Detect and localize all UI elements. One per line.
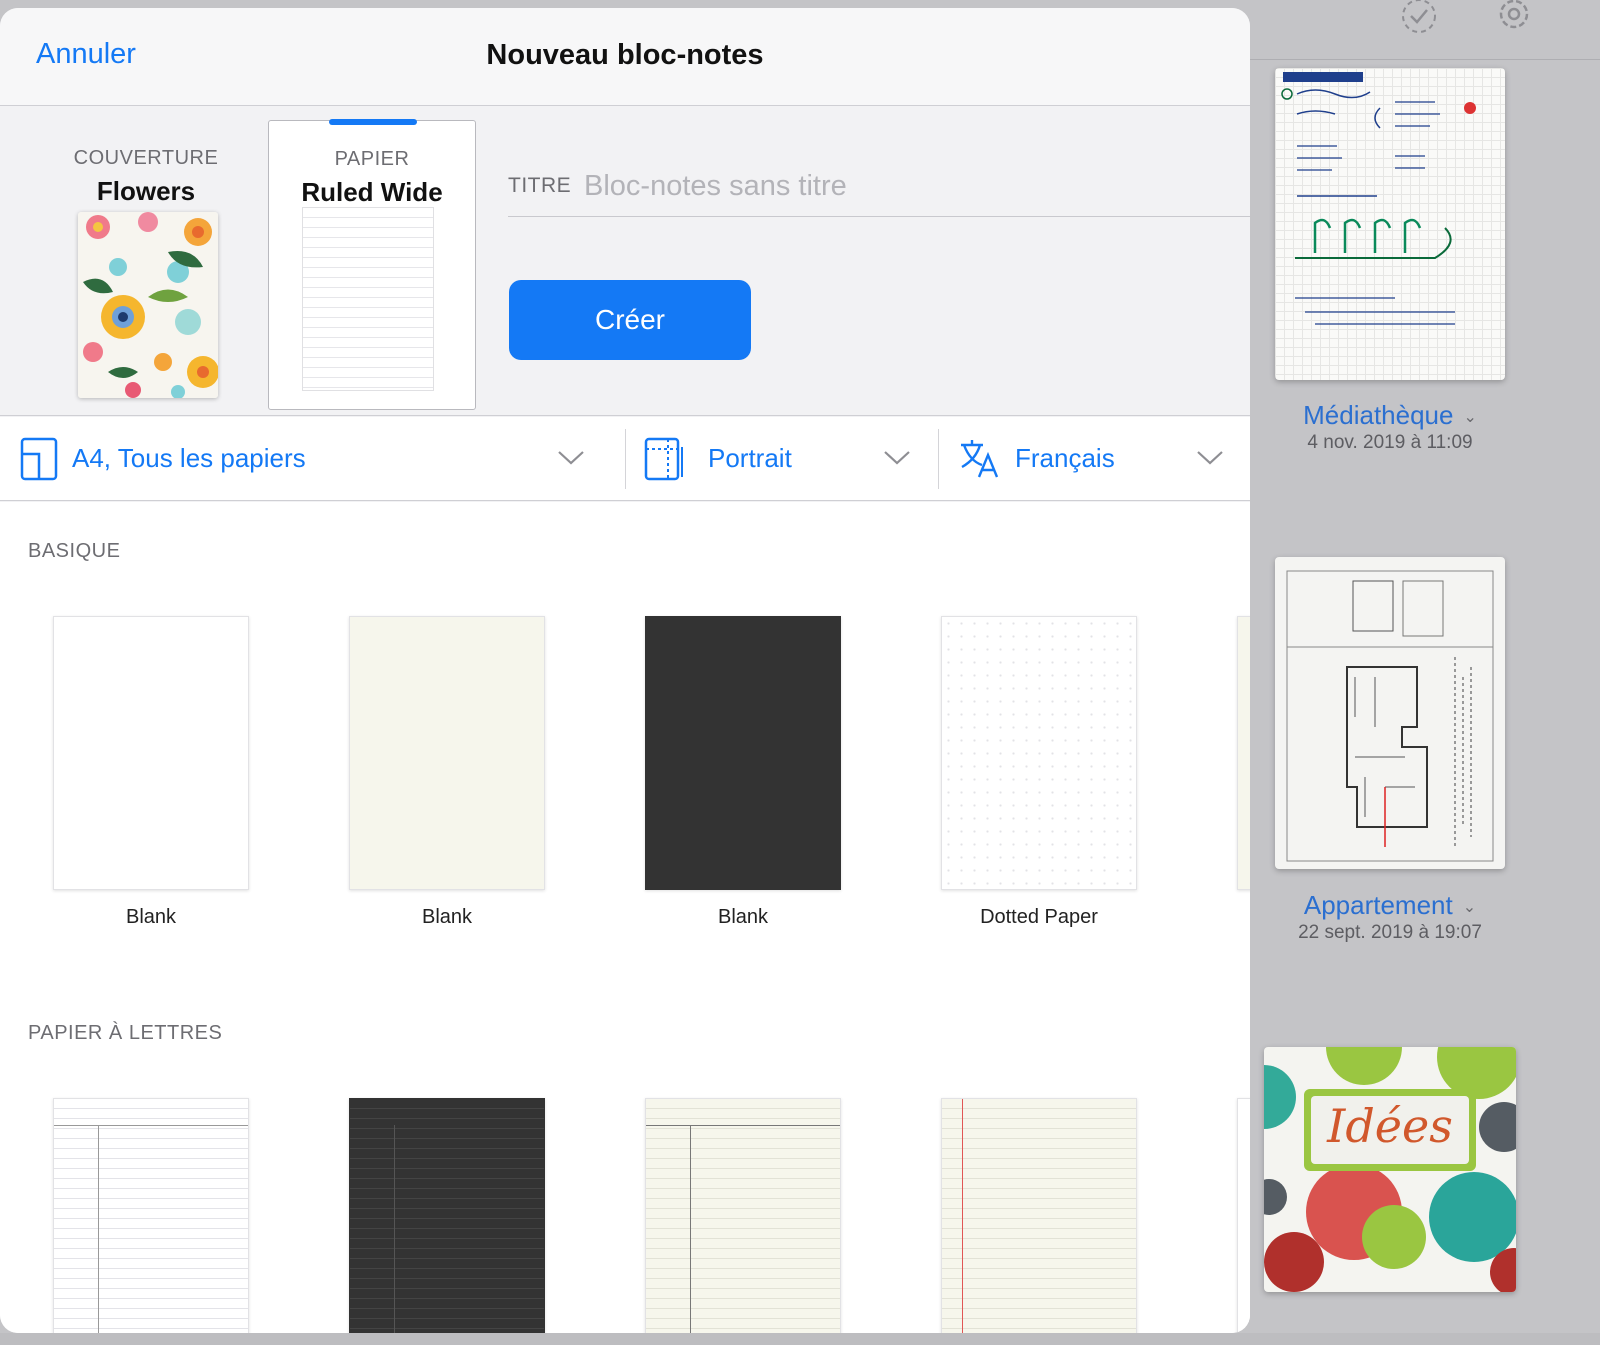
template-label: Blank: [717, 906, 769, 928]
dock-strip: [0, 1333, 1600, 1345]
red-margin-rule: [962, 1099, 963, 1333]
title-underline: [508, 216, 1250, 217]
orientation-selector[interactable]: Portrait: [626, 417, 938, 501]
chevron-down-icon: [884, 451, 910, 465]
template-label: Dotted Paper: [980, 906, 1098, 928]
polka-dot-cover-image: [1264, 1047, 1516, 1292]
template-lined-red-margin[interactable]: [941, 1098, 1137, 1333]
margin-rule: [98, 1125, 99, 1333]
notebook-title-appartement[interactable]: Appartement ⌄: [1270, 890, 1510, 921]
template-blank-dark[interactable]: [645, 616, 841, 890]
margin-rule: [394, 1125, 395, 1333]
template-label: Blank: [421, 906, 473, 928]
header-rule: [54, 1125, 248, 1126]
template-lined-dark[interactable]: [349, 1098, 545, 1333]
cover-thumbnail: [78, 212, 218, 398]
notebook-setup-panel: COUVERTURE Flowers PAPIER Ruled Wide TIT…: [0, 106, 1250, 416]
selection-indicator: [329, 119, 417, 125]
cover-name-label: Flowers: [96, 176, 196, 206]
paper-size-label: A4, Tous les papiers: [72, 443, 306, 473]
template-lined-cream[interactable]: [645, 1098, 841, 1333]
template-partial-next[interactable]: [1237, 1098, 1250, 1333]
chevron-down-icon[interactable]: ⌄: [1463, 899, 1476, 916]
portrait-orientation-icon: [644, 437, 683, 481]
paper-size-selector[interactable]: A4, Tous les papiers: [0, 417, 612, 501]
notebook-date: 22 sept. 2019 à 19:07: [1298, 922, 1482, 943]
orientation-label: Portrait: [708, 443, 792, 473]
template-dotted-paper[interactable]: [941, 616, 1137, 890]
template-lined-margin[interactable]: [53, 1098, 249, 1333]
notebook-options-bar: A4, Tous les papiers Portrait Français: [0, 417, 1250, 501]
language-selector[interactable]: Français: [939, 417, 1250, 501]
title-input[interactable]: [584, 162, 1224, 210]
paper-template-gallery[interactable]: BASIQUE Blank Blank Blank Dotted Paper P…: [0, 502, 1250, 1333]
notebook-thumbnail-appartement[interactable]: [1275, 557, 1505, 869]
notebook-title-mediatheque[interactable]: Médiathèque ⌄: [1270, 400, 1510, 431]
paper-kind-label: PAPIER: [334, 148, 410, 170]
paper-name-label: Ruled Wide: [301, 177, 443, 207]
floor-plan-image: [1286, 570, 1494, 862]
template-blank-cream[interactable]: [349, 616, 545, 890]
chevron-down-icon[interactable]: ⌄: [1463, 409, 1476, 426]
cover-kind-label: COUVERTURE: [73, 147, 219, 169]
paper-thumbnail: [302, 207, 434, 391]
notebook-cover-title: Idées: [1327, 1099, 1453, 1153]
margin-rule: [690, 1125, 691, 1333]
handwritten-notes-image: [1281, 72, 1476, 325]
chevron-down-icon: [558, 451, 584, 465]
library-toolbar: [1249, 0, 1600, 60]
chevron-down-icon: [1197, 451, 1223, 465]
translate-icon: [961, 440, 999, 478]
floral-pattern-image: [78, 212, 218, 398]
notebook-date: 4 nov. 2019 à 11:09: [1307, 432, 1473, 453]
language-label: Français: [1015, 443, 1115, 473]
notebook-thumbnail-mediatheque[interactable]: [1275, 68, 1505, 380]
section-heading-letter-paper: PAPIER À LETTRES: [28, 1022, 223, 1044]
section-heading-basic: BASIQUE: [28, 540, 121, 562]
create-button[interactable]: Créer: [509, 280, 751, 360]
cover-picker[interactable]: COUVERTURE Flowers: [42, 120, 250, 410]
paper-picker[interactable]: PAPIER Ruled Wide: [268, 119, 476, 410]
notebook-thumbnail-idees[interactable]: Idées: [1264, 1047, 1516, 1292]
template-label: Blank: [125, 906, 177, 928]
header-rule: [646, 1125, 840, 1126]
template-blank-white[interactable]: [53, 616, 249, 890]
sheet-navigation-bar: Annuler Nouveau bloc-notes: [0, 8, 1250, 106]
select-check-icon[interactable]: [1399, 0, 1439, 40]
sheet-title: Nouveau bloc-notes: [486, 39, 764, 71]
page-size-icon: [20, 437, 58, 481]
title-field-label: TITRE: [508, 174, 572, 197]
gear-icon[interactable]: [1494, 0, 1534, 40]
new-notebook-sheet: Annuler Nouveau bloc-notes COUVERTURE Fl…: [0, 8, 1250, 1333]
template-partial-next[interactable]: [1237, 616, 1250, 890]
